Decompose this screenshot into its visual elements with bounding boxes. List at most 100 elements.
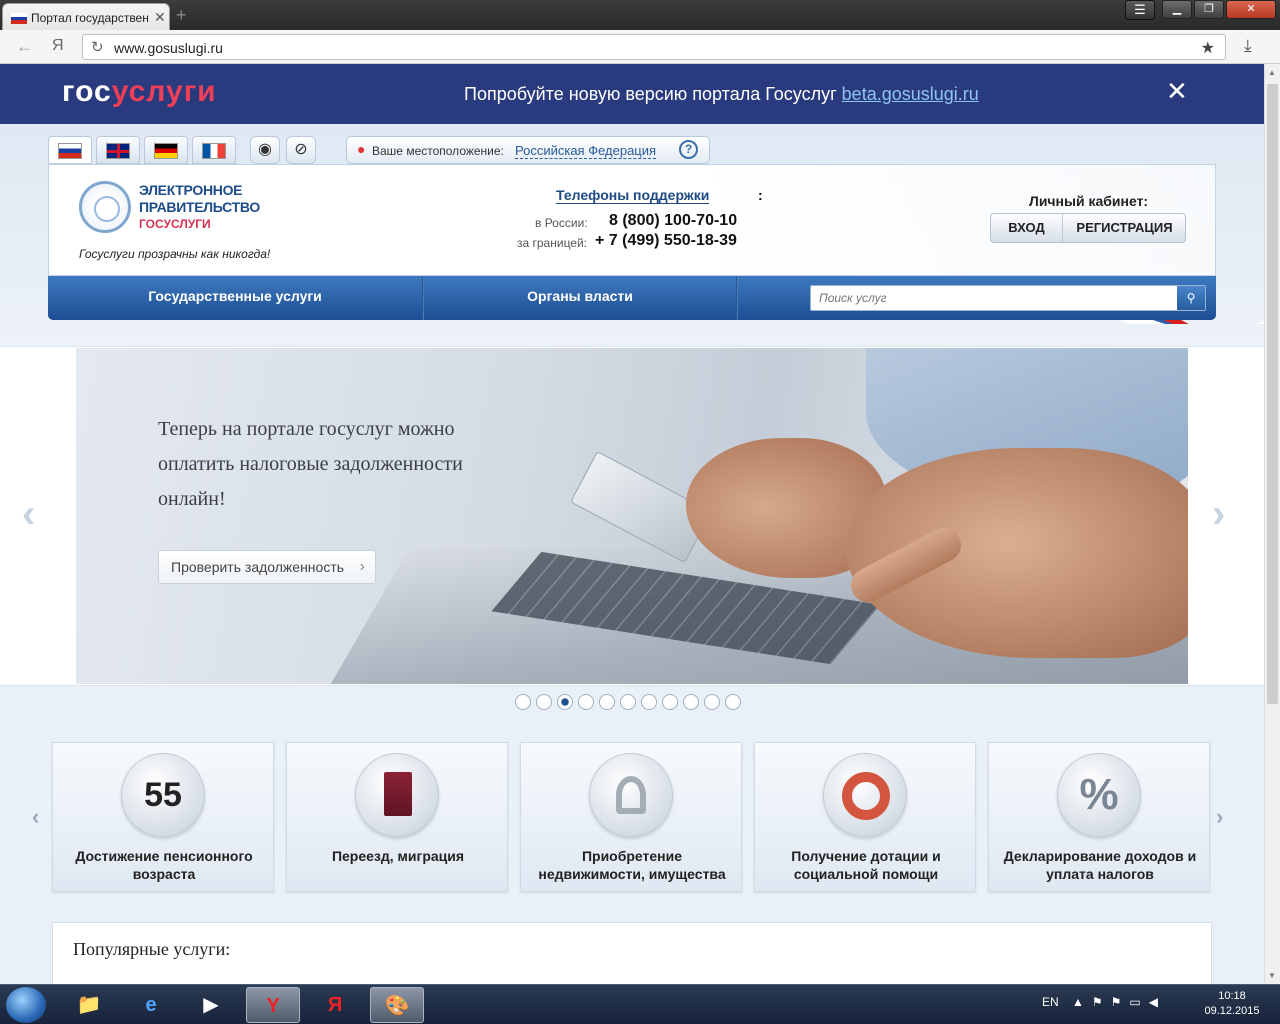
carousel-dot[interactable]: [683, 694, 699, 710]
tray-icons[interactable]: ▲⚑⚑▭◀: [1072, 995, 1166, 1009]
lifebuoy-icon: [823, 753, 907, 837]
category-tile[interactable]: Приобретение недвижимости, имущества: [520, 742, 742, 892]
russia-flag-icon: [11, 13, 27, 24]
brand-tagline: Госуслуги прозрачны как никогда!: [79, 247, 271, 261]
address-bar: ← Я ↻ www.gosuslugi.ru ★ ⤓: [0, 30, 1280, 64]
carousel-dot[interactable]: [578, 694, 594, 710]
close-banner-icon[interactable]: ✕: [1166, 76, 1188, 107]
clock-date: 09.12.2015: [1204, 1005, 1260, 1017]
carousel-dots: [515, 694, 741, 710]
close-tab-icon[interactable]: ✕: [154, 9, 166, 26]
reload-icon[interactable]: ↻: [91, 38, 104, 56]
browser-tab[interactable]: Портал государствен ✕: [2, 3, 170, 30]
start-button[interactable]: [6, 987, 46, 1023]
lang-ru[interactable]: [48, 136, 92, 164]
carousel-dot[interactable]: [599, 694, 615, 710]
lang-de[interactable]: [144, 136, 188, 164]
back-arrow-icon[interactable]: ←: [16, 37, 33, 57]
russia-phone: 8 (800) 100-70-10: [609, 212, 738, 229]
carousel-dot[interactable]: [557, 694, 573, 710]
carousel-slide[interactable]: Теперь на портале госуслуг можно оплатит…: [76, 348, 1188, 684]
category-tile[interactable]: % Декларирование доходов и уплата налогов: [988, 742, 1210, 892]
location-label: Ваше местоположение:: [372, 144, 504, 158]
lang-en[interactable]: [96, 136, 140, 164]
carousel-dot[interactable]: [704, 694, 720, 710]
carousel-next-icon[interactable]: ›: [1212, 492, 1225, 537]
chevron-right-icon: ›: [359, 558, 365, 575]
carousel-dot[interactable]: [536, 694, 552, 710]
browser-titlebar: Портал государствен ✕ + ☰ ▁ ❐ ✕: [0, 0, 1280, 30]
window-close-button[interactable]: ✕: [1226, 0, 1276, 19]
keys-icon: [589, 753, 673, 837]
carousel-dot[interactable]: [515, 694, 531, 710]
russia-phone-label: в России:: [535, 216, 588, 230]
carousel-dot[interactable]: [725, 694, 741, 710]
category-label: Декларирование доходов и уплата налогов: [1003, 848, 1197, 882]
help-icon[interactable]: ?: [679, 140, 698, 159]
download-icon[interactable]: ⤓: [1244, 36, 1252, 56]
browser-menu-icon[interactable]: ☰: [1125, 0, 1155, 20]
scroll-thumb[interactable]: [1267, 84, 1278, 704]
france-flag-icon: [202, 143, 226, 159]
carousel-prev-icon[interactable]: ‹: [22, 492, 35, 537]
categories-next-icon[interactable]: ›: [1216, 804, 1223, 830]
page-scrollbar[interactable]: ▲ ▼: [1264, 64, 1280, 984]
check-debt-button[interactable]: Проверить задолженность ›: [158, 550, 376, 584]
check-debt-label: Проверить задолженность: [171, 559, 345, 575]
calendar-icon: 55: [121, 753, 205, 837]
carousel-dot[interactable]: [641, 694, 657, 710]
carousel-dot[interactable]: [620, 694, 636, 710]
popular-title: Популярные услуги:: [73, 939, 231, 959]
category-label: Достижение пенсионного возраста: [75, 848, 253, 882]
keyboard-language[interactable]: EN: [1042, 995, 1059, 1009]
beta-banner: госуслуги Попробуйте новую версию портал…: [0, 64, 1264, 124]
scroll-up-icon[interactable]: ▲: [1268, 68, 1276, 77]
lang-fr[interactable]: [192, 136, 236, 164]
service-search: ⚲: [810, 285, 1206, 311]
yandex-icon[interactable]: Я: [52, 37, 64, 55]
url-field[interactable]: ↻ www.gosuslugi.ru ★: [82, 34, 1226, 60]
ie-icon[interactable]: e: [124, 987, 178, 1023]
nav-services[interactable]: Государственные услуги: [48, 276, 422, 320]
support-phones-title[interactable]: Телефоны поддержки: [556, 187, 710, 204]
explorer-icon[interactable]: 📁: [62, 987, 116, 1023]
bookmark-star-icon[interactable]: ★: [1201, 38, 1215, 58]
germany-flag-icon: [154, 143, 178, 159]
categories-prev-icon[interactable]: ‹: [32, 804, 39, 830]
login-button[interactable]: ВХОД: [991, 214, 1063, 242]
nav-authorities[interactable]: Органы власти: [424, 276, 736, 320]
gosuslugi-logo[interactable]: госуслуги: [62, 75, 217, 109]
register-button[interactable]: РЕГИСТРАЦИЯ: [1064, 214, 1185, 242]
location-value[interactable]: Российская Федерация: [515, 143, 657, 159]
yandex-browser-icon[interactable]: Y: [246, 987, 300, 1023]
carousel-dot[interactable]: [662, 694, 678, 710]
yandex-icon[interactable]: Я: [308, 987, 362, 1023]
colon: :: [758, 187, 763, 203]
minimize-button[interactable]: ▁: [1162, 0, 1192, 19]
search-input[interactable]: [811, 286, 1177, 310]
brand-line3: ГОСУСЛУГИ: [139, 217, 211, 231]
category-tile[interactable]: Переезд, миграция: [286, 742, 508, 892]
egov-emblem-icon[interactable]: [79, 181, 131, 233]
cabinet-title: Личный кабинет:: [1029, 193, 1149, 209]
tab-title: Портал государствен: [31, 11, 149, 25]
maximize-button[interactable]: ❐: [1194, 0, 1224, 19]
page-content: госуслуги Попробуйте новую версию портал…: [0, 64, 1264, 984]
url-text[interactable]: www.gosuslugi.ru: [114, 40, 223, 56]
low-vision-icon[interactable]: ◉: [250, 136, 280, 164]
category-label: Переезд, миграция: [331, 848, 465, 864]
category-row: 55 Достижение пенсионного возраста Переезд…: [48, 738, 1216, 898]
new-tab-icon[interactable]: +: [176, 5, 187, 26]
search-icon[interactable]: ⚲: [1177, 286, 1205, 310]
beta-text: Попробуйте новую версию портала Госуслуг…: [464, 84, 979, 104]
category-tile[interactable]: Получение дотации и социальной помощи: [754, 742, 976, 892]
beta-link[interactable]: beta.gosuslugi.ru: [842, 84, 979, 104]
media-player-icon[interactable]: ▶: [184, 987, 238, 1023]
system-clock[interactable]: 10:18 09.12.2015: [1196, 989, 1268, 1019]
scroll-down-icon[interactable]: ▼: [1268, 971, 1276, 980]
abroad-phone: + 7 (499) 550-18-39: [595, 232, 737, 249]
percent-icon: %: [1057, 753, 1141, 837]
category-tile[interactable]: 55 Достижение пенсионного возраста: [52, 742, 274, 892]
paint-icon[interactable]: 🎨: [370, 987, 424, 1023]
compass-icon[interactable]: ⊘: [286, 136, 316, 164]
